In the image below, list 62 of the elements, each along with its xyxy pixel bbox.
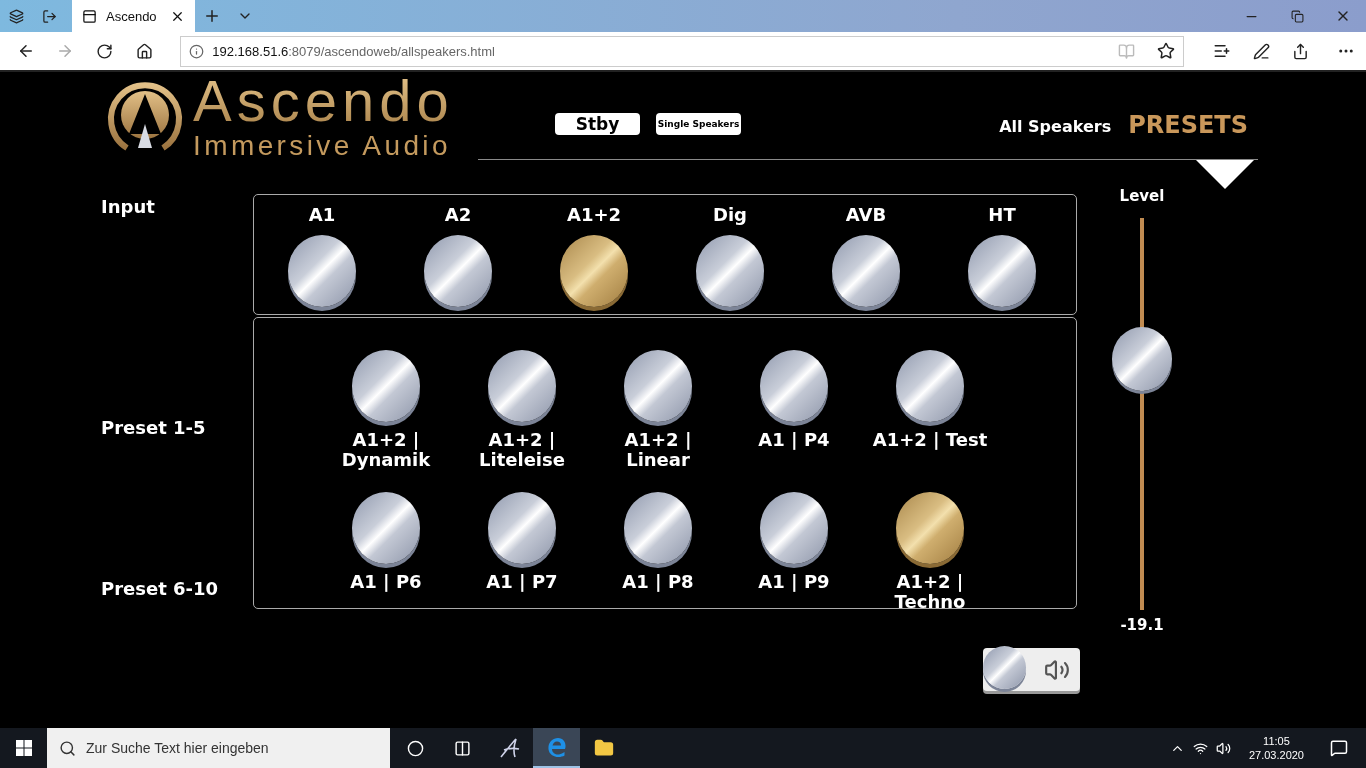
- clock-date: 27.03.2020: [1248, 748, 1304, 762]
- preset-label: A1 | P7: [486, 572, 558, 592]
- level-label: Level: [1119, 187, 1165, 205]
- preset-select-button[interactable]: [488, 350, 556, 422]
- input-label: Dig: [713, 205, 747, 225]
- preset-label: A1 | P6: [350, 572, 422, 592]
- input-select-button[interactable]: [424, 235, 492, 307]
- preset-label: A1+2 | Liteleise: [479, 430, 565, 470]
- section-label: Preset 1-5: [101, 418, 207, 438]
- input-select-button[interactable]: [696, 235, 764, 307]
- browser-icon[interactable]: [533, 728, 580, 768]
- section-label: Input: [101, 197, 156, 217]
- brand-tagline: Immersive Audio: [193, 132, 452, 160]
- input-select-button[interactable]: [560, 235, 628, 307]
- preset-select-button[interactable]: [760, 492, 828, 564]
- preset-select-button[interactable]: [488, 492, 556, 564]
- clock[interactable]: 11:05 27.03.2020: [1248, 734, 1304, 762]
- input-label: A1+2: [566, 205, 622, 225]
- level-reading: -19.1: [1120, 616, 1164, 634]
- input-select-button[interactable]: [968, 235, 1036, 307]
- mute-toggle[interactable]: [983, 648, 1080, 691]
- dropdown-triangle-icon[interactable]: [1196, 160, 1254, 189]
- preset-select-button[interactable]: [352, 350, 420, 422]
- browser-tab[interactable]: Ascendo: [72, 0, 195, 32]
- input-select-button[interactable]: [288, 235, 356, 307]
- preset-label: A1+2 | Test: [872, 430, 988, 450]
- star-icon[interactable]: [1156, 42, 1175, 60]
- preset-select-button[interactable]: [624, 350, 692, 422]
- search-icon: [59, 739, 76, 757]
- preset-label: A1+2 | Dynamik: [341, 430, 431, 470]
- preset-select-button[interactable]: [624, 492, 692, 564]
- search-placeholder: Zur Suche Text hier eingeben: [86, 740, 269, 756]
- preset-label: A1+2 | Linear: [624, 430, 692, 470]
- nav-link[interactable]: PRESETS: [1128, 113, 1248, 137]
- url-text: 192.168.51.6:8079/ascendoweb/allspeakers.html: [212, 43, 496, 59]
- address-bar[interactable]: 192.168.51.6:8079/ascendoweb/allspeakers.html: [180, 35, 1184, 67]
- preset-select-button[interactable]: [352, 492, 420, 564]
- level-slider-thumb[interactable]: [1112, 327, 1172, 392]
- preset-select-button[interactable]: [896, 492, 964, 564]
- notification-icon[interactable]: [1330, 739, 1348, 757]
- input-select-button[interactable]: [832, 235, 900, 307]
- volume-icon[interactable]: [1215, 740, 1231, 756]
- mode-button[interactable]: Single Speakers: [656, 113, 741, 135]
- info-icon[interactable]: [189, 43, 205, 59]
- preset-select-button[interactable]: [760, 350, 828, 422]
- preset-label: A1 | P9: [758, 572, 830, 592]
- standby-button[interactable]: Stby: [555, 113, 640, 135]
- preset-label: A1 | P4: [758, 430, 830, 450]
- tab-title: Ascendo: [106, 8, 158, 24]
- clock-time: 11:05: [1263, 734, 1290, 748]
- input-label: AVB: [845, 205, 887, 225]
- input-label: HT: [988, 205, 1016, 225]
- page-icon: [82, 8, 97, 24]
- preset-label: A1+2 | Techno: [894, 572, 966, 612]
- preset-label: A1 | P8: [622, 572, 694, 592]
- input-label: A1: [308, 205, 336, 225]
- preset-select-button[interactable]: [896, 350, 964, 422]
- input-label: A2: [444, 205, 472, 225]
- nav-link[interactable]: All Speakers: [999, 119, 1112, 137]
- section-label: Preset 6-10: [101, 579, 220, 599]
- taskbar-search-field[interactable]: Zur Suche Text hier eingeben: [47, 728, 390, 768]
- network-icon[interactable]: [1192, 740, 1208, 756]
